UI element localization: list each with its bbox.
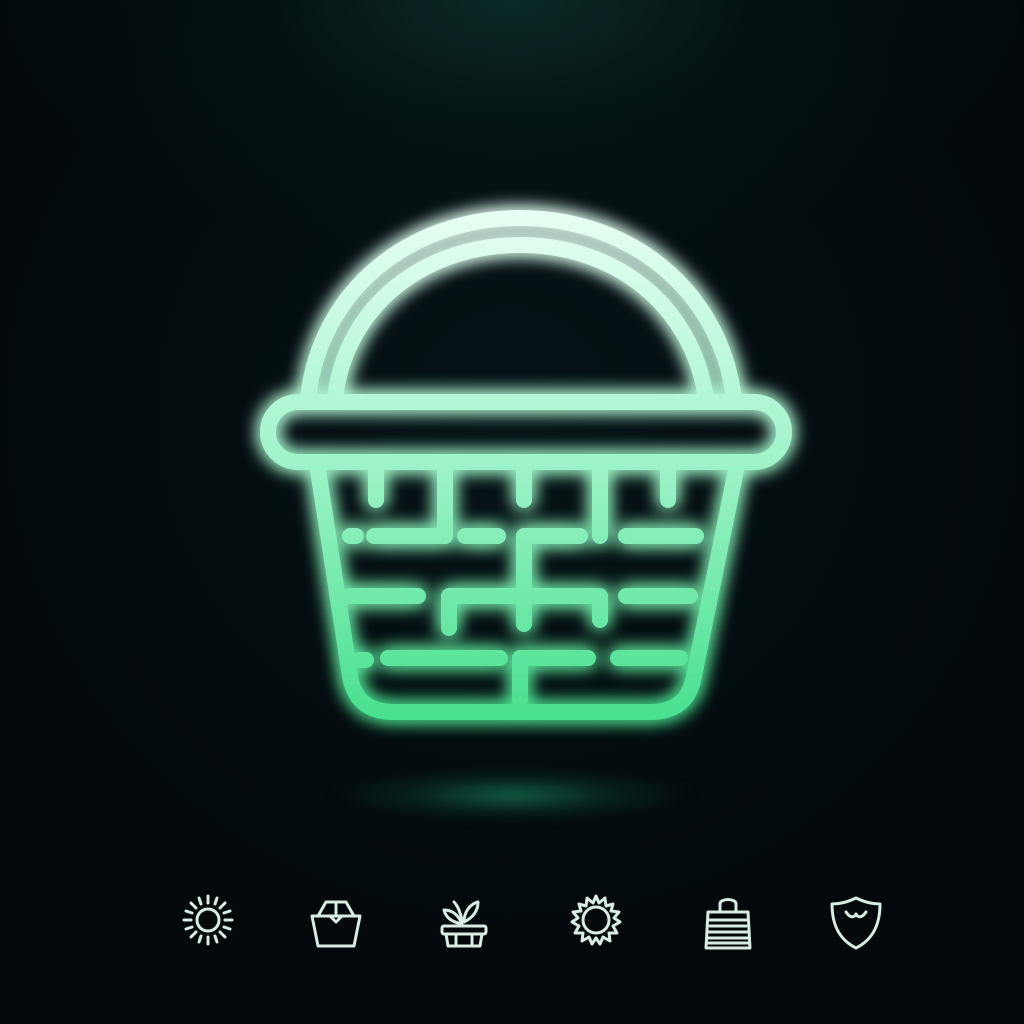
gear-icon[interactable] (564, 888, 628, 952)
basket-handle-inner (327, 237, 714, 406)
shopping-bag-icon[interactable] (304, 888, 368, 952)
shield-icon[interactable] (824, 888, 888, 952)
basket-rim (260, 394, 792, 470)
tote-bag-icon[interactable] (696, 888, 760, 952)
icon-row (0, 888, 1024, 968)
floor-glow (262, 760, 762, 830)
canvas (0, 0, 1024, 1024)
plant-basket-icon[interactable] (432, 888, 496, 952)
basket-icon (260, 210, 792, 720)
sun-icon[interactable] (176, 888, 240, 952)
